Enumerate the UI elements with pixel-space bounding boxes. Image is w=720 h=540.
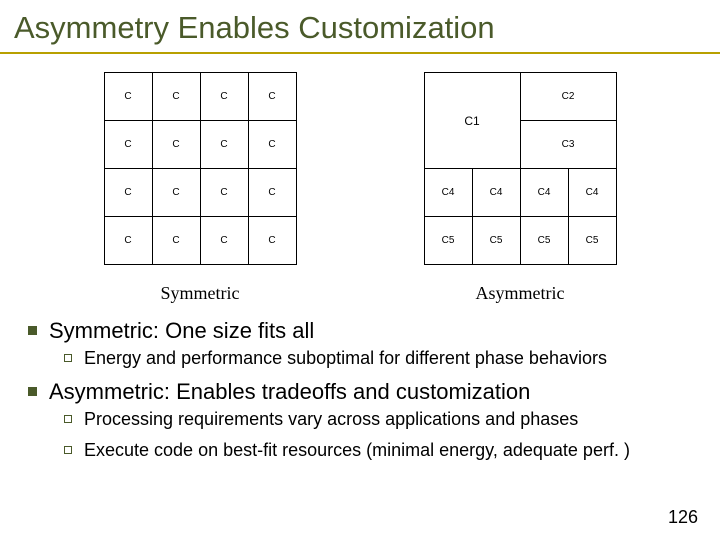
bullet-text: Asymmetric: Enables tradeoffs and custom…	[49, 379, 530, 405]
asymmetric-grid: C1 C2 C3 C4 C4 C4 C4 C5 C5 C5 C5	[424, 72, 617, 265]
bullet-level1: Asymmetric: Enables tradeoffs and custom…	[28, 379, 692, 405]
asym-c4: C4	[424, 169, 472, 217]
sym-cell: C	[152, 217, 200, 265]
sym-cell: C	[248, 217, 296, 265]
bullet-level2: Execute code on best-fit resources (mini…	[64, 440, 692, 461]
bullet-text: Execute code on best-fit resources (mini…	[84, 440, 630, 461]
symmetric-grid: C C C C C C C C C C C C C C C C	[104, 72, 297, 265]
sym-cell: C	[104, 73, 152, 121]
asymmetric-block: C1 C2 C3 C4 C4 C4 C4 C5 C5 C5 C5 Asymmet…	[424, 72, 617, 304]
sym-cell: C	[104, 121, 152, 169]
grid-row: C C C C C C C C C C C C C C C C	[0, 72, 720, 304]
asym-c1: C1	[424, 73, 520, 169]
slide-title: Asymmetry Enables Customization	[0, 0, 720, 52]
bullet-square-icon	[28, 387, 37, 396]
asym-c4: C4	[568, 169, 616, 217]
bullet-level1: Symmetric: One size fits all	[28, 318, 692, 344]
bullet-list: Symmetric: One size fits all Energy and …	[0, 304, 720, 461]
bullet-text: Processing requirements vary across appl…	[84, 409, 578, 430]
asym-c3: C3	[520, 121, 616, 169]
symmetric-block: C C C C C C C C C C C C C C C C	[104, 72, 297, 304]
bullet-text: Symmetric: One size fits all	[49, 318, 314, 344]
bullet-square-icon	[28, 326, 37, 335]
sym-cell: C	[200, 169, 248, 217]
asym-c5: C5	[472, 217, 520, 265]
sym-cell: C	[200, 217, 248, 265]
page-number: 126	[668, 507, 698, 528]
sym-cell: C	[200, 121, 248, 169]
bullet-hollow-square-icon	[64, 415, 72, 423]
symmetric-caption: Symmetric	[104, 283, 297, 304]
bullet-level2: Processing requirements vary across appl…	[64, 409, 692, 430]
sym-cell: C	[152, 169, 200, 217]
bullet-level2: Energy and performance suboptimal for di…	[64, 348, 692, 369]
sym-cell: C	[248, 73, 296, 121]
title-rule	[0, 52, 720, 54]
asym-c5: C5	[520, 217, 568, 265]
bullet-hollow-square-icon	[64, 446, 72, 454]
sym-cell: C	[104, 169, 152, 217]
sym-cell: C	[200, 73, 248, 121]
asym-c4: C4	[520, 169, 568, 217]
bullet-hollow-square-icon	[64, 354, 72, 362]
sym-cell: C	[104, 217, 152, 265]
sym-cell: C	[248, 121, 296, 169]
sym-cell: C	[152, 121, 200, 169]
bullet-text: Energy and performance suboptimal for di…	[84, 348, 607, 369]
sym-cell: C	[152, 73, 200, 121]
asym-c4: C4	[472, 169, 520, 217]
asymmetric-caption: Asymmetric	[424, 283, 617, 304]
sym-cell: C	[248, 169, 296, 217]
asym-c2: C2	[520, 73, 616, 121]
asym-c5: C5	[568, 217, 616, 265]
asym-c5: C5	[424, 217, 472, 265]
